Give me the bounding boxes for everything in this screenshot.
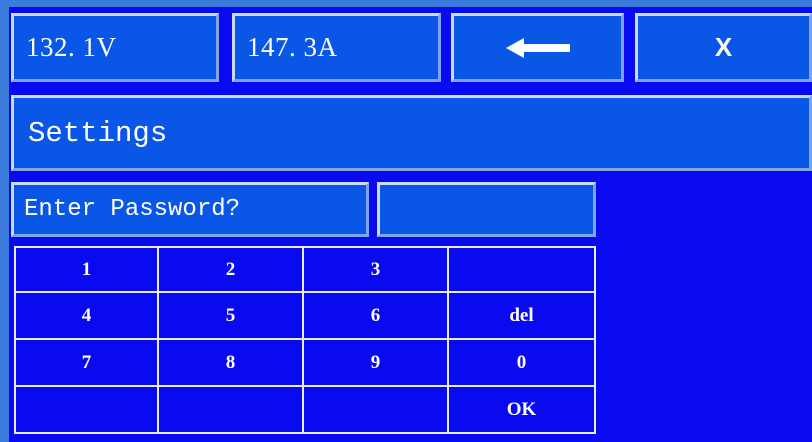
window-frame-top bbox=[0, 0, 812, 7]
current-value: 147. 3A bbox=[247, 32, 338, 62]
current-readout: 147. 3A bbox=[232, 13, 441, 82]
back-button[interactable] bbox=[451, 13, 624, 82]
page-title-text: Settings bbox=[28, 116, 168, 150]
key-0[interactable]: 0 bbox=[449, 340, 596, 387]
password-prompt-label: Enter Password? bbox=[24, 196, 241, 223]
key-blank-bottom-2[interactable] bbox=[159, 387, 304, 434]
voltage-value: 132. 1V bbox=[26, 32, 117, 62]
close-button[interactable]: X bbox=[635, 13, 812, 82]
close-icon: X bbox=[714, 32, 733, 62]
key-6[interactable]: 6 bbox=[304, 293, 449, 340]
key-5[interactable]: 5 bbox=[159, 293, 304, 340]
key-1[interactable]: 1 bbox=[14, 246, 159, 293]
key-blank-top-right[interactable] bbox=[449, 246, 596, 293]
key-3[interactable]: 3 bbox=[304, 246, 449, 293]
key-ok[interactable]: OK bbox=[449, 387, 596, 434]
password-input[interactable] bbox=[377, 182, 596, 237]
left-arrow-icon bbox=[505, 37, 570, 58]
page-title: Settings bbox=[11, 95, 812, 171]
password-prompt: Enter Password? bbox=[11, 182, 369, 237]
numeric-keypad: 1 2 3 4 5 6 del 7 8 9 0 OK bbox=[14, 246, 596, 434]
key-9[interactable]: 9 bbox=[304, 340, 449, 387]
key-blank-bottom-3[interactable] bbox=[304, 387, 449, 434]
key-4[interactable]: 4 bbox=[14, 293, 159, 340]
key-del[interactable]: del bbox=[449, 293, 596, 340]
window-frame-left bbox=[0, 0, 9, 442]
voltage-readout: 132. 1V bbox=[11, 13, 219, 82]
key-2[interactable]: 2 bbox=[159, 246, 304, 293]
key-blank-bottom-1[interactable] bbox=[14, 387, 159, 434]
key-8[interactable]: 8 bbox=[159, 340, 304, 387]
key-7[interactable]: 7 bbox=[14, 340, 159, 387]
